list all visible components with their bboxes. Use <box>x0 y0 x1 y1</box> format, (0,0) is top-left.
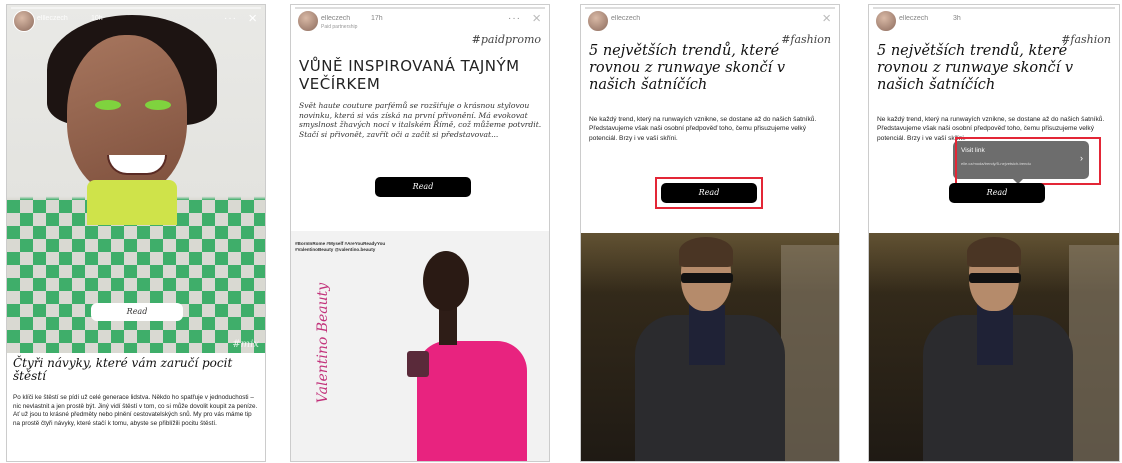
story-title: VŮNĚ INSPIROVANÁ TAJNÝM VEČÍRKEM <box>299 57 520 93</box>
close-icon[interactable]: × <box>532 11 541 26</box>
image-hashtags: #BornInRome #Myself #AreYouReadyYou #Val… <box>295 241 386 252</box>
sunglasses <box>681 273 733 283</box>
model-hair <box>679 237 733 267</box>
perfume-bottle <box>407 351 429 377</box>
photo-turtleneck <box>87 180 177 225</box>
username[interactable]: elleczech <box>611 15 640 22</box>
story-photo-woman <box>7 5 265 353</box>
story-panel-3[interactable]: elleczech × #fashion 5 největších trendů… <box>580 4 840 462</box>
model-top <box>977 305 1013 365</box>
story-body: Po klíči ke štěstí se pídí už celé gener… <box>13 394 258 427</box>
story-body: Svět haute couture parfémů se rozšiřuje … <box>299 101 542 139</box>
highlight-box <box>955 137 1101 185</box>
model-head <box>423 251 469 311</box>
story-time: 3h <box>953 15 961 22</box>
more-icon[interactable]: ··· <box>224 13 237 24</box>
paid-partnership-label: Paid partnership <box>321 24 358 30</box>
highlight-box <box>655 177 763 209</box>
username[interactable]: elleczech <box>321 15 350 22</box>
story-progress-bar <box>873 7 1115 9</box>
read-button[interactable]: Read <box>949 183 1045 203</box>
model-hair <box>967 237 1021 267</box>
read-button[interactable]: Read <box>375 177 471 197</box>
sunglasses <box>969 273 1021 283</box>
username[interactable]: ellleczech <box>37 15 68 22</box>
photo-eye-right <box>145 100 171 110</box>
story-hashtag: #paidpromo <box>471 33 541 46</box>
story-title: 5 největších trendů, které rovnou z runw… <box>589 43 786 93</box>
avatar[interactable] <box>13 10 35 32</box>
runway-background-figure <box>781 245 839 461</box>
story-progress-bar <box>585 7 835 9</box>
runway-background-figure <box>1069 245 1119 461</box>
avatar[interactable] <box>587 10 609 32</box>
more-icon[interactable]: ··· <box>508 13 521 24</box>
story-panel-1[interactable]: ellleczech 10h ··· × Read #mix Čtyři náv… <box>6 4 266 462</box>
read-button[interactable]: Read <box>91 303 183 321</box>
photo-eye-left <box>95 100 121 110</box>
story-progress-bar <box>295 7 545 9</box>
story-panel-2[interactable]: elleczech 17h Paid partnership ··· × #pa… <box>290 4 550 462</box>
avatar[interactable] <box>297 10 319 32</box>
model-dress <box>417 341 527 461</box>
story-body: Ne každý trend, který na runwayích vznik… <box>589 116 817 142</box>
close-icon[interactable]: × <box>822 11 831 26</box>
model-top <box>689 305 725 365</box>
story-panel-4[interactable]: elleczech 3h #fashion 5 největších trend… <box>868 4 1120 462</box>
brand-name: Valentino Beauty <box>315 282 332 404</box>
story-title: Čtyři návyky, které vám zaručí pocit ště… <box>13 356 233 383</box>
avatar[interactable] <box>875 10 897 32</box>
username[interactable]: elleczech <box>899 15 928 22</box>
story-title: 5 největších trendů, které rovnou z runw… <box>877 43 1074 93</box>
story-tag: #mix <box>232 339 259 350</box>
story-progress-bar <box>11 7 261 9</box>
story-time: 17h <box>371 15 383 22</box>
close-icon[interactable]: × <box>248 11 257 26</box>
story-time: 10h <box>91 15 103 22</box>
model-neck <box>439 305 457 345</box>
